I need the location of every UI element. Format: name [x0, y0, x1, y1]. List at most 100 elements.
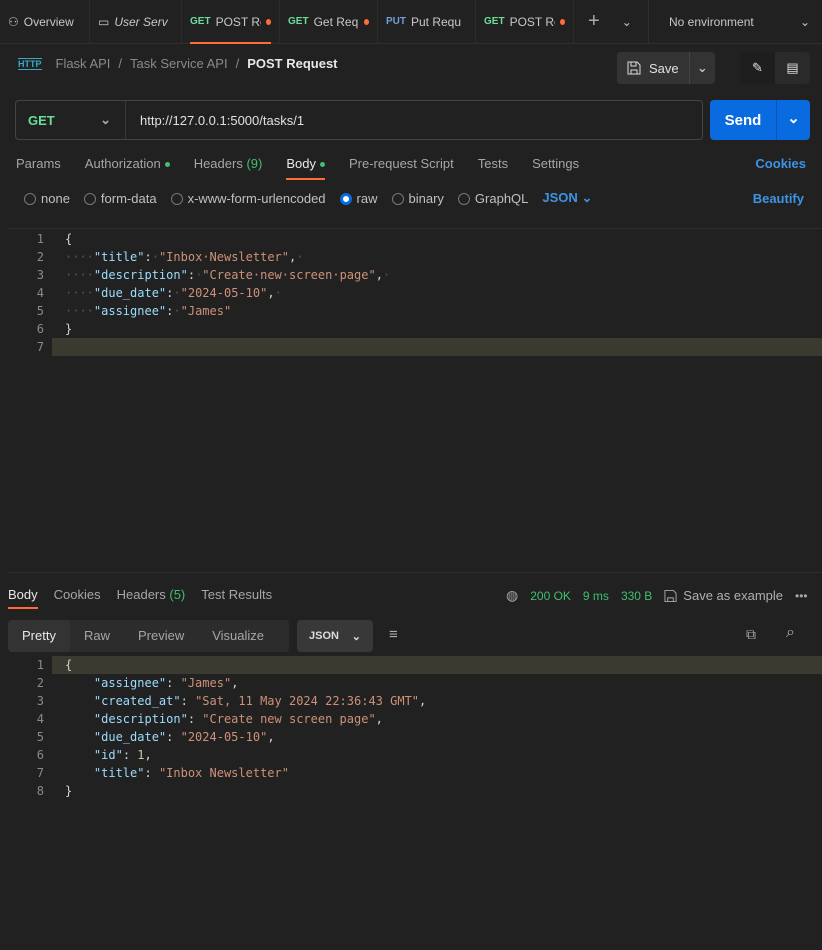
code-token: "James": [180, 676, 232, 690]
line-number: 2: [36, 250, 44, 264]
environment-selector[interactable]: No environment ⌄: [648, 0, 822, 44]
tab-0[interactable]: ⚇ Overview: [0, 0, 90, 44]
tab-params[interactable]: Params: [16, 150, 61, 180]
save-icon: [627, 61, 641, 75]
radio-label: none: [41, 190, 70, 206]
view-raw[interactable]: Raw: [70, 620, 124, 652]
breadcrumb-folder[interactable]: Task Service API: [130, 56, 228, 71]
response-size[interactable]: 330 B: [621, 589, 652, 603]
response-time[interactable]: 9 ms: [583, 589, 609, 603]
radio-label: binary: [408, 190, 444, 206]
code-token: }: [65, 322, 73, 336]
code-token: "Create new screen page": [202, 712, 376, 726]
tab-2[interactable]: GET POST Re: [182, 0, 280, 44]
code-content: "id": 1,: [52, 746, 822, 764]
tab-label: Body: [286, 156, 316, 171]
code-token: "Create·new·screen·page": [202, 268, 376, 282]
tab-method: GET: [190, 16, 211, 27]
tab-label: Headers: [116, 587, 166, 602]
tab-response-cookies[interactable]: Cookies: [54, 583, 101, 609]
line-number: 5: [36, 730, 44, 744]
tab-4[interactable]: PUT Put Requ: [378, 0, 476, 44]
radio-raw[interactable]: raw: [339, 191, 378, 206]
cookies-link[interactable]: Cookies: [755, 150, 806, 180]
code-content: "created_at": "Sat, 11 May 2024 22:36:43…: [52, 692, 822, 710]
save-button[interactable]: Save: [617, 52, 690, 84]
breadcrumb: HTTP Flask API / Task Service API / POST…: [18, 56, 338, 71]
code-line: 3 ····"description": · "Create·new·screen·p…: [8, 266, 822, 284]
save-options-chevron-icon[interactable]: ⌄: [690, 60, 715, 76]
breadcrumb-collection[interactable]: Flask API: [56, 56, 111, 71]
view-preview[interactable]: Preview: [124, 620, 198, 652]
code-line: 2 ····"title":·"Inbox·Newsletter",·: [8, 248, 822, 266]
folder-icon: ▭: [98, 14, 110, 29]
side-actions: ✎ ▤: [740, 52, 810, 84]
tab-5[interactable]: GET POST Re: [476, 0, 574, 44]
radio-none[interactable]: none: [24, 191, 70, 206]
view-pretty[interactable]: Pretty: [8, 620, 70, 652]
tab-response-headers[interactable]: Headers (5): [117, 583, 186, 609]
code-content: {: [52, 230, 822, 248]
code-content: "assignee": "James",: [52, 674, 822, 692]
documentation-icon[interactable]: ▤: [775, 60, 810, 76]
send-button[interactable]: Send: [710, 100, 777, 140]
tab-label: POST Re: [509, 14, 555, 29]
request-body-editor[interactable]: 1{2 ····"title":·"Inbox·Newsletter",· 3 ···…: [8, 228, 822, 573]
globe-icon[interactable]: ◍: [506, 587, 518, 604]
code-token: ·: [296, 250, 304, 264]
tab-tests[interactable]: Tests: [478, 150, 508, 180]
radio-binary[interactable]: binary: [391, 190, 444, 206]
line-number: 2: [36, 676, 44, 690]
overview-icon: ⚇: [8, 14, 19, 29]
code-content: }: [52, 320, 822, 338]
tab-1[interactable]: ▭ User Serv: [90, 0, 182, 44]
tab-label: Overview: [23, 14, 74, 29]
code-content: ····"assignee":·"James": [52, 302, 822, 320]
radio-icon: [83, 192, 96, 205]
radio-form-data[interactable]: form-data: [83, 191, 157, 206]
tab-method: PUT: [386, 16, 406, 27]
tabs-dropdown-icon[interactable]: ⌄: [614, 0, 640, 44]
response-view-modes: Pretty Raw Preview Visualize: [8, 620, 289, 652]
radio-graphql[interactable]: GraphQL: [457, 190, 529, 206]
body-type-options: none form-data x-www-form-urlencoded raw…: [24, 190, 804, 206]
wrap-lines-icon[interactable]: ≡: [389, 626, 398, 643]
tab-body[interactable]: Body: [286, 150, 325, 180]
code-content: "due_date": "2024-05-10",: [52, 728, 822, 746]
url-input[interactable]: http://127.0.0.1:5000/tasks/1: [126, 113, 702, 128]
send-options-chevron-icon[interactable]: ⌄: [777, 100, 810, 140]
breadcrumb-request: POST Request: [247, 56, 338, 71]
code-line: 1{: [8, 656, 822, 674]
response-format-selector[interactable]: JSON ⌄: [297, 620, 373, 652]
tab-pre-request-script[interactable]: Pre-request Script: [349, 150, 454, 180]
more-options-icon[interactable]: •••: [795, 589, 808, 603]
code-token: "assignee": [93, 676, 167, 690]
save-button-group: Save ⌄: [617, 52, 715, 84]
save-as-example-button[interactable]: Save as example: [664, 588, 783, 603]
search-icon[interactable]: ⌕: [786, 624, 795, 642]
view-visualize[interactable]: Visualize: [198, 620, 278, 652]
response-status: ◍ 200 OK 9 ms 330 B Save as example •••: [506, 587, 808, 604]
radio-urlencoded[interactable]: x-www-form-urlencoded: [170, 191, 326, 206]
tab-3[interactable]: GET Get Requ: [280, 0, 378, 44]
new-tab-button[interactable]: +: [574, 0, 614, 44]
copy-icon[interactable]: ⧉: [746, 626, 756, 643]
tab-settings[interactable]: Settings: [532, 150, 579, 180]
tab-authorization[interactable]: Authorization: [85, 150, 170, 180]
code-token: "description": [93, 712, 188, 726]
tab-response-body[interactable]: Body: [8, 583, 38, 609]
code-token: ,: [375, 268, 383, 282]
format-selector[interactable]: JSON ⌄: [542, 190, 592, 206]
radio-label: GraphQL: [474, 190, 529, 206]
status-code[interactable]: 200 OK: [530, 589, 571, 603]
code-token: "due_date": [93, 730, 167, 744]
edit-pencil-icon[interactable]: ✎: [740, 52, 775, 84]
method-selector[interactable]: GET ⌄: [16, 101, 126, 139]
beautify-button[interactable]: Beautify: [753, 191, 804, 206]
tab-label: Headers: [193, 156, 243, 171]
tab-headers[interactable]: Headers (9): [194, 150, 263, 180]
line-number: 5: [36, 304, 44, 318]
tab-test-results[interactable]: Test Results: [201, 583, 272, 609]
